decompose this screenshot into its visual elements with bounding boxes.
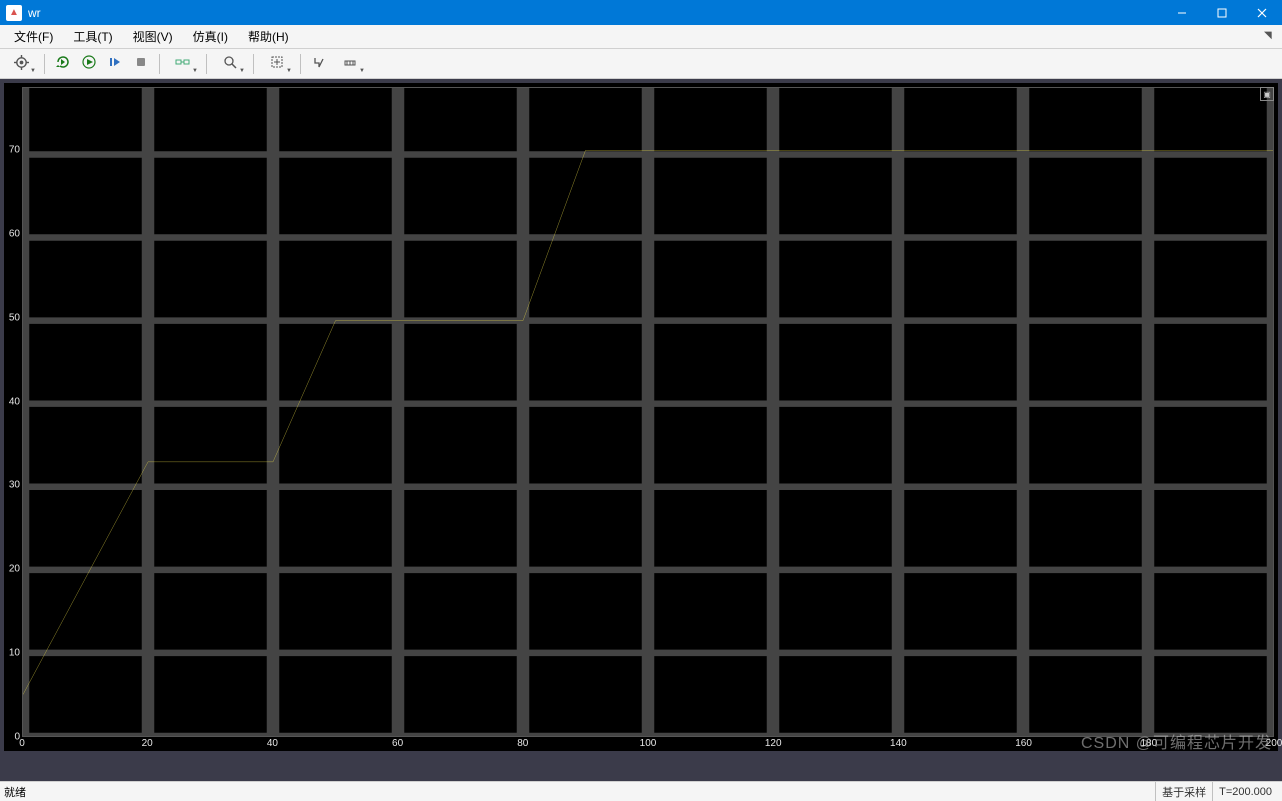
chevron-down-icon: ▼ xyxy=(286,68,292,74)
x-tick-label: 80 xyxy=(517,738,528,749)
toolbar-separator xyxy=(253,54,254,74)
minimize-button[interactable] xyxy=(1162,0,1202,25)
y-tick-label: 60 xyxy=(9,228,20,239)
measure-icon xyxy=(343,55,357,72)
titlebar: ▲ wr xyxy=(0,0,1282,25)
x-axis: 020406080100120140160180200 xyxy=(22,737,1274,751)
signal-selector-button[interactable]: ▼ xyxy=(166,52,200,76)
toolbar-separator xyxy=(159,54,160,74)
legend-toggle-button[interactable]: ▣ xyxy=(1260,87,1274,101)
data-line xyxy=(23,88,1273,736)
toolbar-separator xyxy=(44,54,45,74)
chevron-down-icon: ▼ xyxy=(192,68,198,74)
y-tick-label: 20 xyxy=(9,564,20,575)
measure-button[interactable]: ▼ xyxy=(333,52,367,76)
menu-help[interactable]: 帮助(H) xyxy=(238,25,299,48)
trigger-icon xyxy=(312,55,326,72)
x-tick-label: 200 xyxy=(1266,738,1282,749)
maximize-button[interactable] xyxy=(1202,0,1242,25)
status-time: T=200.000 xyxy=(1212,782,1278,801)
restart-button[interactable] xyxy=(51,52,75,76)
triggers-button[interactable] xyxy=(307,52,331,76)
y-tick-label: 70 xyxy=(9,145,20,156)
gear-icon xyxy=(14,55,29,73)
status-mode: 基于采样 xyxy=(1155,782,1212,801)
chart-area: ▣ 010203040506070 0204060801001201401601… xyxy=(0,79,1282,781)
status-ready: 就绪 xyxy=(4,784,1155,800)
plot-inner xyxy=(22,87,1274,737)
signal-icon xyxy=(175,55,191,72)
x-tick-label: 120 xyxy=(765,738,782,749)
x-tick-label: 100 xyxy=(640,738,657,749)
x-tick-label: 60 xyxy=(392,738,403,749)
toolbar: ▼ ▼ ▼ ▼ ▼ xyxy=(0,49,1282,79)
restart-icon xyxy=(56,55,70,72)
app-icon: ▲ xyxy=(6,5,22,21)
stop-icon xyxy=(134,55,148,72)
toolbar-separator xyxy=(300,54,301,74)
x-tick-label: 0 xyxy=(19,738,25,749)
stop-button[interactable] xyxy=(129,52,153,76)
menu-tools[interactable]: 工具(T) xyxy=(63,25,122,48)
zoom-button[interactable]: ▼ xyxy=(213,52,247,76)
y-tick-label: 40 xyxy=(9,396,20,407)
statusbar: 就绪 基于采样 T=200.000 xyxy=(0,781,1282,801)
zoom-icon xyxy=(223,55,237,72)
x-tick-label: 180 xyxy=(1140,738,1157,749)
play-icon xyxy=(82,55,96,72)
menu-dock-icon[interactable]: ◥ xyxy=(1264,30,1278,44)
y-tick-label: 30 xyxy=(9,480,20,491)
settings-button[interactable]: ▼ xyxy=(4,52,38,76)
autoscale-button[interactable]: ▼ xyxy=(260,52,294,76)
step-icon xyxy=(108,55,122,72)
y-tick-label: 10 xyxy=(9,648,20,659)
y-tick-label: 50 xyxy=(9,312,20,323)
autoscale-icon xyxy=(270,55,284,72)
chevron-down-icon: ▼ xyxy=(30,68,36,74)
toolbar-separator xyxy=(206,54,207,74)
menu-view[interactable]: 视图(V) xyxy=(123,25,183,48)
run-button[interactable] xyxy=(77,52,101,76)
plot-container[interactable]: ▣ 010203040506070 0204060801001201401601… xyxy=(4,83,1278,751)
x-tick-label: 140 xyxy=(890,738,907,749)
menu-file[interactable]: 文件(F) xyxy=(4,25,63,48)
window-title: wr xyxy=(28,6,1162,20)
x-tick-label: 160 xyxy=(1015,738,1032,749)
close-button[interactable] xyxy=(1242,0,1282,25)
x-tick-label: 40 xyxy=(267,738,278,749)
menu-simulation[interactable]: 仿真(I) xyxy=(183,25,238,48)
step-forward-button[interactable] xyxy=(103,52,127,76)
y-axis: 010203040506070 xyxy=(4,83,22,737)
menubar: 文件(F) 工具(T) 视图(V) 仿真(I) 帮助(H) ◥ xyxy=(0,25,1282,49)
chevron-down-icon: ▼ xyxy=(359,68,365,74)
chevron-down-icon: ▼ xyxy=(239,68,245,74)
x-tick-label: 20 xyxy=(142,738,153,749)
